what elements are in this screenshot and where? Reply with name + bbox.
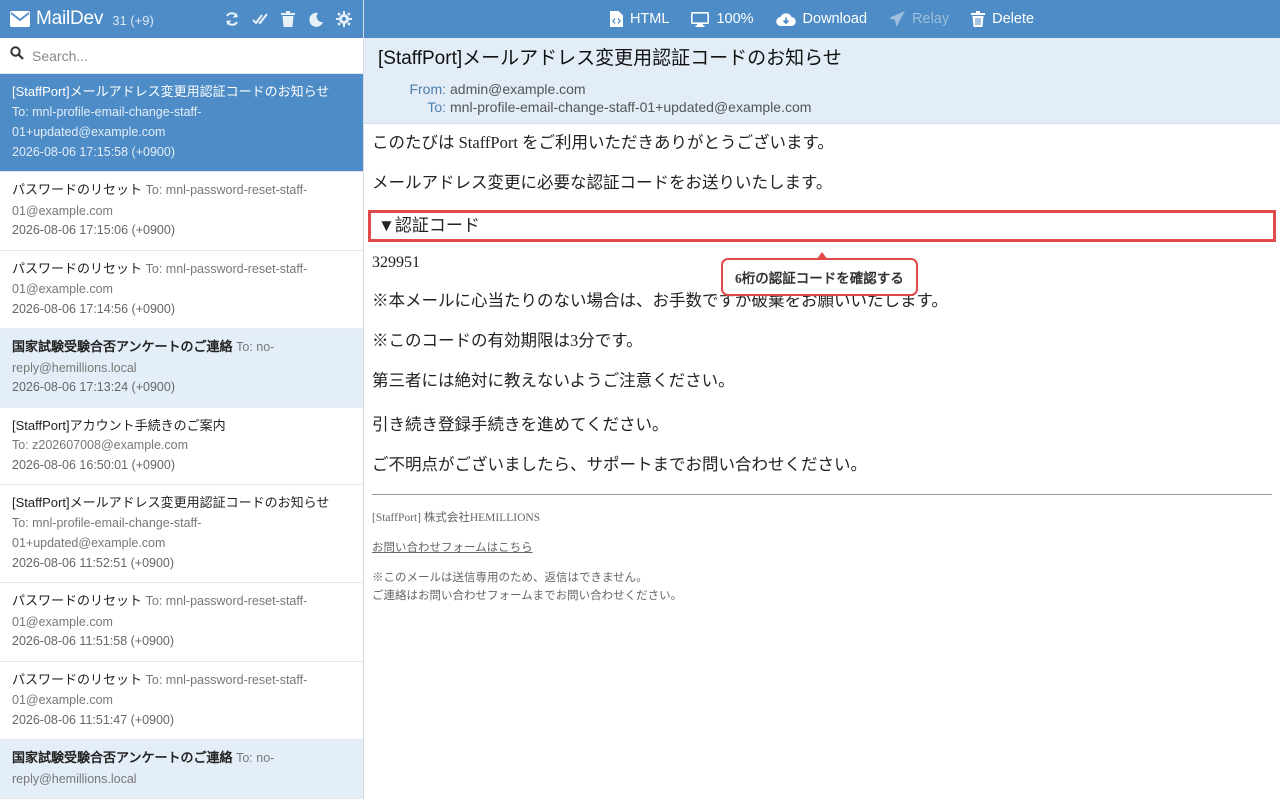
mail-subject: 国家試験受験合否アンケートのご連絡 <box>12 750 233 765</box>
footer-note-line-2: ご連絡はお問い合わせフォームまでお問い合わせください。 <box>372 590 683 602</box>
email-body: このたびは StaffPort をご利用いただきありがとうございます。 メールア… <box>364 124 1280 605</box>
mail-date: 2026-08-06 17:15:58 (+0900) <box>12 144 175 159</box>
mail-subject: [StaffPort]メールアドレス変更用認証コードのお知らせ <box>12 84 330 99</box>
zoom-button[interactable]: 100% <box>691 11 754 27</box>
mail-recipient: To: mnl-profile-email-change-staff-01+up… <box>12 515 202 551</box>
mail-date: 2026-08-06 17:13:24 (+0900) <box>12 380 175 394</box>
paper-plane-icon <box>889 11 906 27</box>
mail-date: 2026-08-06 11:51:47 (+0900) <box>12 712 175 727</box>
trash-icon[interactable] <box>279 10 297 28</box>
mail-recipient: To: mnl-profile-email-change-staff-01+up… <box>12 104 202 140</box>
body-note-2: ※このコードの有効期限は3分です。 <box>372 331 643 350</box>
relay-button[interactable]: Relay <box>889 11 949 27</box>
mail-date: 2026-08-06 17:15:06 (+0900) <box>12 223 175 237</box>
signature: [StaffPort] 株式会社HEMILLIONS <box>372 512 541 524</box>
footer-note-line-1: ※このメールは送信専用のため、返信はできません。 <box>372 572 648 584</box>
mail-date: 2026-08-06 16:50:01 (+0900) <box>12 457 175 472</box>
code-heading: ▼認証コード <box>378 216 480 235</box>
body-intro-1: このたびは StaffPort をご利用いただきありがとうございます。 <box>372 133 834 152</box>
annotation-callout: 6桁の認証コードを確認する <box>721 252 918 296</box>
monitor-icon <box>691 11 710 27</box>
delete-label: Delete <box>992 11 1035 27</box>
html-button[interactable]: HTML <box>609 11 670 27</box>
download-button[interactable]: Download <box>775 11 868 27</box>
brand[interactable]: MailDev 31 (+9) <box>10 8 154 30</box>
download-label: Download <box>802 11 868 27</box>
cloud-download-icon <box>775 12 796 27</box>
mail-sidebar: MailDev 31 (+9) [StaffPort]メー <box>0 0 364 800</box>
search-bar <box>0 38 363 74</box>
gear-icon[interactable] <box>335 10 353 28</box>
mail-date: 2026-08-06 11:52:51 (+0900) <box>12 555 175 570</box>
email-viewer: HTML 100% Download Relay Delete [StaffPo… <box>364 0 1280 800</box>
to-line: To: mnl-profile-email-change-staff-01+upd… <box>378 98 1266 116</box>
email-header: [StaffPort]メールアドレス変更用認証コードのお知らせ From: adm… <box>364 38 1280 124</box>
search-input[interactable] <box>32 47 332 64</box>
email-toolbar: HTML 100% Download Relay Delete <box>364 0 1280 38</box>
mail-list-item[interactable]: [StaffPort]メールアドレス変更用認証コードのお知らせ To: mnl-p… <box>0 485 363 583</box>
mail-subject: 国家試験受験合否アンケートのご連絡 <box>12 339 233 354</box>
mail-subject: パスワードのリセット <box>12 182 143 197</box>
trash-icon <box>971 11 986 27</box>
mail-subject: [StaffPort]メールアドレス変更用認証コードのお知らせ <box>12 495 330 510</box>
from-label: From: <box>409 81 446 97</box>
header-tools <box>223 10 353 28</box>
zoom-label: 100% <box>716 11 754 27</box>
from-line: From: admin@example.com <box>378 80 1266 98</box>
relay-label: Relay <box>912 11 950 27</box>
mail-subject: [StaffPort]アカウント手続きのご案内 <box>12 417 226 433</box>
mail-date: 2026-08-06 11:51:58 (+0900) <box>12 634 175 648</box>
body-continue: 引き続き登録手続きを進めてください。 <box>372 415 669 434</box>
mail-list-item[interactable]: [StaffPort]メールアドレス変更用認証コードのお知らせ To: mnl-p… <box>0 74 363 172</box>
refresh-icon[interactable] <box>223 10 241 28</box>
mail-list-item[interactable]: 国家試験受験合否アンケートのご連絡 To: no-reply@hemillion… <box>0 740 363 799</box>
signature-divider <box>372 494 1272 495</box>
mail-list: [StaffPort]メールアドレス変更用認証コードのお知らせ To: mnl-p… <box>0 74 363 799</box>
mail-list-item[interactable]: パスワードのリセット To: mnl-password-reset-staff-… <box>0 583 363 662</box>
code-heading-highlight: ▼認証コード <box>368 210 1276 242</box>
mail-list-item[interactable]: [StaffPort]アカウント手続きのご案内 To: z202607008@ex… <box>0 407 363 485</box>
to-label: To: <box>427 99 446 115</box>
contact-form-link[interactable]: お問い合わせフォームはこちら <box>372 539 533 557</box>
mail-date: 2026-08-06 17:14:56 (+0900) <box>12 301 175 316</box>
sidebar-header: MailDev 31 (+9) <box>0 0 363 38</box>
body-intro-2: メールアドレス変更に必要な認証コードをお送りいたします。 <box>372 173 833 192</box>
envelope-icon <box>10 11 30 27</box>
html-label: HTML <box>629 11 670 27</box>
mark-all-read-icon[interactable] <box>251 10 269 28</box>
file-code-icon <box>609 11 623 27</box>
mail-list-item[interactable]: パスワードのリセット To: mnl-password-reset-staff-… <box>0 250 363 329</box>
body-ask: ご不明点がございましたら、サポートまでお問い合わせください。 <box>372 455 867 474</box>
app-name: MailDev <box>36 8 104 29</box>
moon-icon[interactable] <box>307 10 325 28</box>
footer-note: ※このメールは送信専用のため、返信はできません。 ご連絡はお問い合わせフォームま… <box>372 569 1272 605</box>
mail-list-item[interactable]: パスワードのリセット To: mnl-password-reset-staff-… <box>0 172 363 251</box>
mail-list-item[interactable]: 国家試験受験合否アンケートのご連絡 To: no-reply@hemillion… <box>0 329 363 408</box>
delete-button[interactable]: Delete <box>971 11 1034 27</box>
mail-subject: パスワードのリセット <box>12 260 143 276</box>
email-subject: [StaffPort]メールアドレス変更用認証コードのお知らせ <box>378 48 842 69</box>
mail-count: 31 (+9) <box>112 12 154 28</box>
mail-list-item[interactable]: パスワードのリセット To: mnl-password-reset-staff-… <box>0 661 363 740</box>
from-address: admin@example.com <box>450 81 586 97</box>
mail-subject: パスワードのリセット <box>12 593 143 608</box>
mail-subject: パスワードのリセット <box>12 671 143 687</box>
to-address: mnl-profile-email-change-staff-01+update… <box>450 99 812 115</box>
mail-recipient: To: z202607008@example.com <box>12 438 188 452</box>
body-note-3: 第三者には絶対に教えないようご注意ください。 <box>372 371 735 390</box>
search-icon <box>10 46 24 65</box>
